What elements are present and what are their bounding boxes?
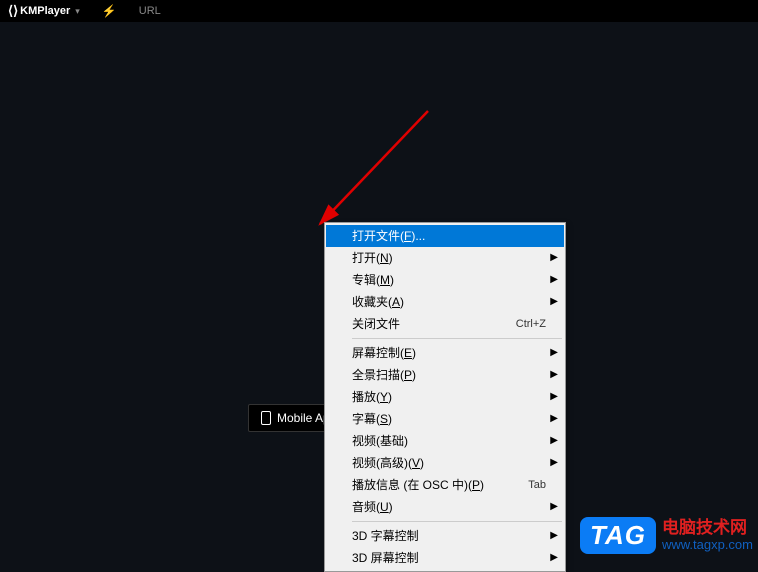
chevron-down-icon[interactable]: ▾: [75, 6, 80, 17]
watermark-badge: TAG: [580, 517, 656, 554]
menu-item[interactable]: 字幕(S)▶: [326, 408, 564, 430]
menu-item-label: 打开(N): [352, 250, 556, 266]
menu-item-label: 3D 字幕控制: [352, 528, 556, 544]
menu-item[interactable]: 打开文件(F)...: [326, 225, 564, 247]
menu-item-label: 专辑(M): [352, 272, 556, 288]
menu-item[interactable]: 播放信息 (在 OSC 中)(P)Tab: [326, 474, 564, 496]
watermark-url: www.tagxp.com: [662, 538, 753, 552]
bolt-icon[interactable]: ⚡: [102, 4, 117, 18]
app-logo[interactable]: ⟨⟩ KMPlayer ▾: [8, 3, 80, 19]
menu-item[interactable]: 打开(N)▶: [326, 247, 564, 269]
submenu-arrow-icon: ▶: [550, 499, 558, 515]
menu-item-label: 3D 屏幕控制: [352, 550, 556, 566]
menu-item-shortcut: Ctrl+Z: [516, 316, 546, 332]
menu-item[interactable]: 3D 字幕控制▶: [326, 525, 564, 547]
menu-item[interactable]: 屏幕控制(E)▶: [326, 342, 564, 364]
menu-item-shortcut: Tab: [528, 477, 546, 493]
title-bar: ⟨⟩ KMPlayer ▾ ⚡ URL: [0, 0, 758, 22]
watermark-title: 电脑技术网: [662, 519, 753, 538]
menu-separator: [352, 338, 562, 339]
submenu-arrow-icon: ▶: [550, 550, 558, 566]
menu-item-label: 收藏夹(A): [352, 294, 556, 310]
submenu-arrow-icon: ▶: [550, 411, 558, 427]
logo-bracket-icon: ⟨⟩: [8, 3, 18, 19]
submenu-arrow-icon: ▶: [550, 389, 558, 405]
submenu-arrow-icon: ▶: [550, 345, 558, 361]
submenu-arrow-icon: ▶: [550, 250, 558, 266]
submenu-arrow-icon: ▶: [550, 367, 558, 383]
video-area[interactable]: Mobile App 打开文件(F)...打开(N)▶专辑(M)▶收藏夹(A)▶…: [0, 22, 758, 559]
menu-item[interactable]: 3D 屏幕控制▶: [326, 547, 564, 569]
menu-item-label: 全景扫描(P): [352, 367, 556, 383]
menu-item-label: 视频(高级)(V): [352, 455, 556, 471]
menu-separator: [352, 521, 562, 522]
phone-icon: [261, 411, 271, 425]
menu-item[interactable]: 全景扫描(P)▶: [326, 364, 564, 386]
menu-item[interactable]: 视频(高级)(V)▶: [326, 452, 564, 474]
context-menu: 打开文件(F)...打开(N)▶专辑(M)▶收藏夹(A)▶关闭文件Ctrl+Z屏…: [324, 222, 566, 572]
menu-item-label: 音频(U): [352, 499, 556, 515]
menu-item-label: 播放(Y): [352, 389, 556, 405]
menu-item-label: 播放信息 (在 OSC 中)(P): [352, 477, 528, 493]
menu-item-label: 打开文件(F)...: [352, 228, 556, 244]
url-label[interactable]: URL: [139, 5, 161, 17]
submenu-arrow-icon: ▶: [550, 528, 558, 544]
menu-item[interactable]: 音频(U)▶: [326, 496, 564, 518]
menu-item[interactable]: 专辑(M)▶: [326, 269, 564, 291]
submenu-arrow-icon: ▶: [550, 455, 558, 471]
menu-item[interactable]: 播放(Y)▶: [326, 386, 564, 408]
annotation-arrow: [298, 106, 438, 236]
watermark-text: 电脑技术网 www.tagxp.com: [662, 519, 753, 552]
menu-item-label: 关闭文件: [352, 316, 516, 332]
menu-item[interactable]: 视频(基础)▶: [326, 430, 564, 452]
submenu-arrow-icon: ▶: [550, 433, 558, 449]
submenu-arrow-icon: ▶: [550, 294, 558, 310]
menu-item[interactable]: 关闭文件Ctrl+Z: [326, 313, 564, 335]
menu-item[interactable]: 收藏夹(A)▶: [326, 291, 564, 313]
submenu-arrow-icon: ▶: [550, 272, 558, 288]
menu-item-label: 视频(基础): [352, 433, 556, 449]
menu-item-label: 屏幕控制(E): [352, 345, 556, 361]
watermark: TAG 电脑技术网 www.tagxp.com: [580, 517, 753, 554]
menu-item-label: 字幕(S): [352, 411, 556, 427]
app-name: KMPlayer: [20, 5, 70, 17]
